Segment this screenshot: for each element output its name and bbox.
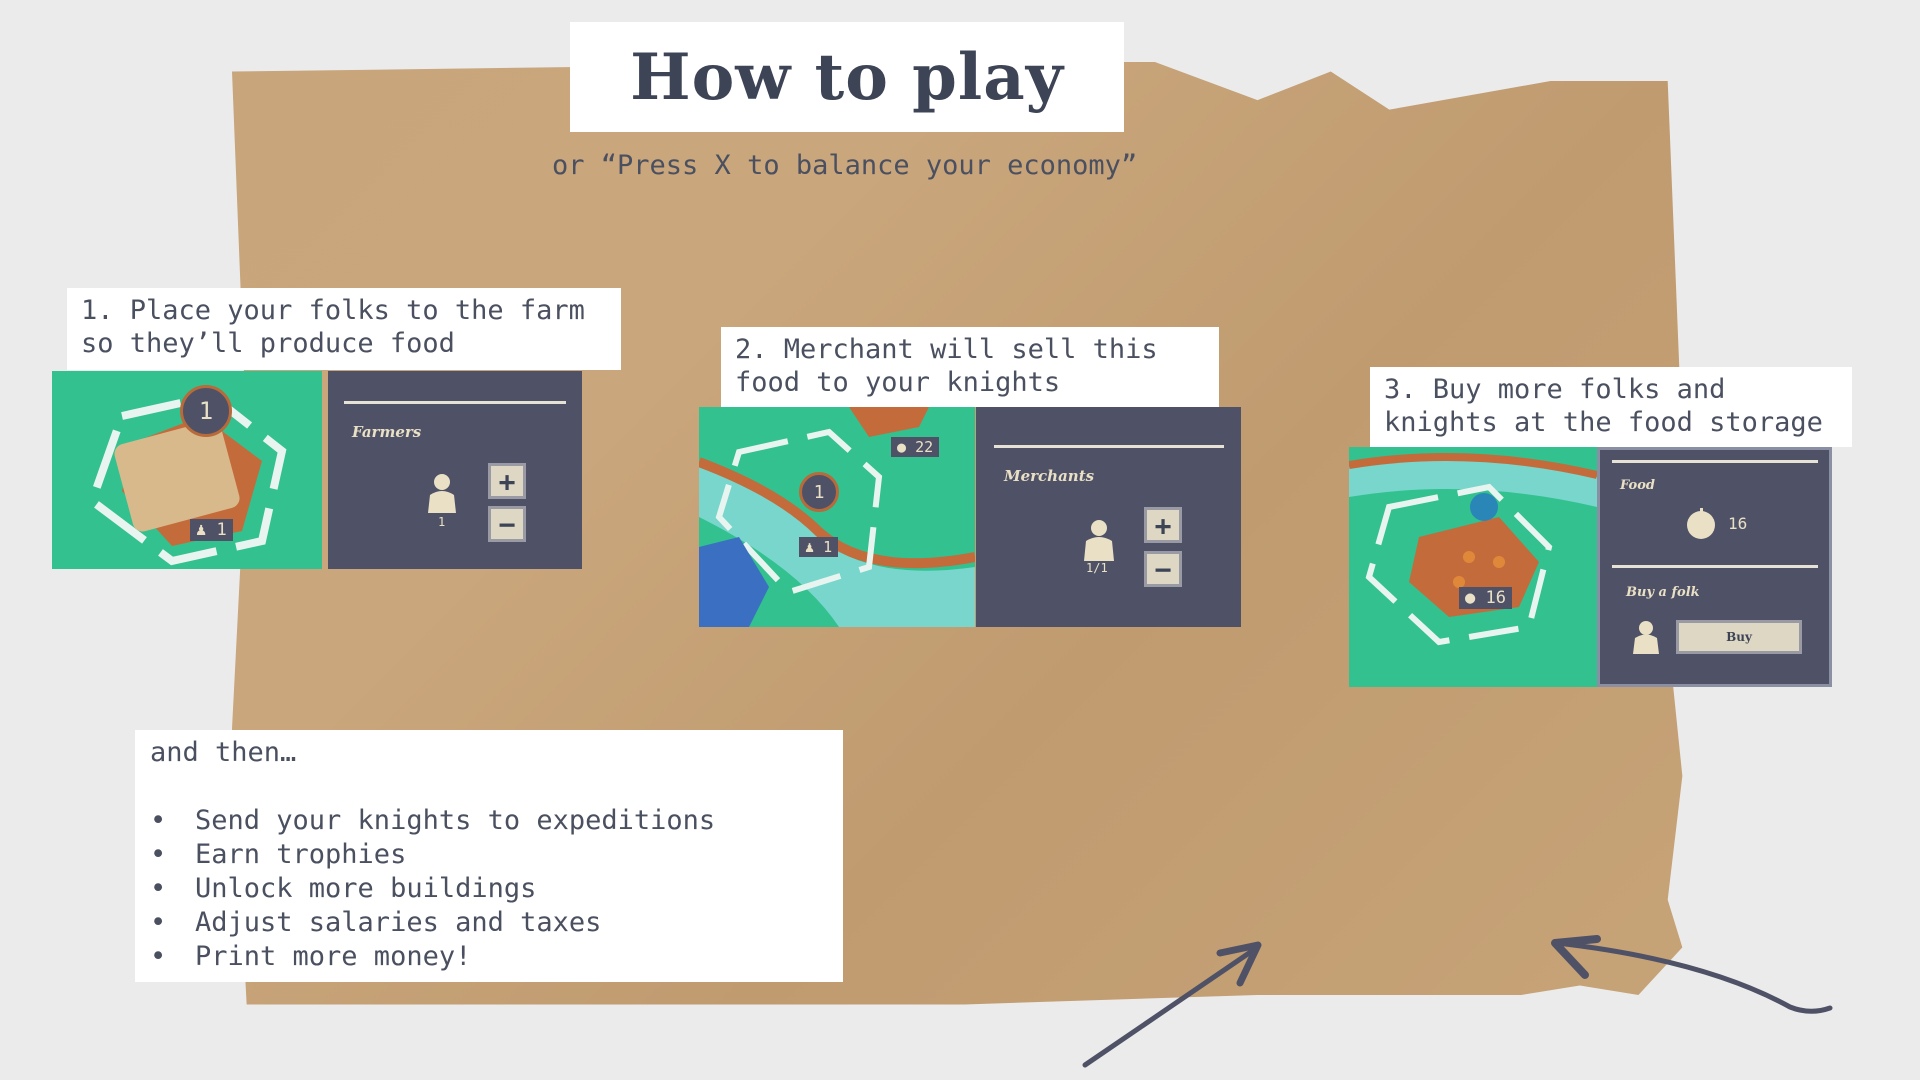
apple-icon bbox=[1687, 508, 1715, 539]
panel-title: Farmers bbox=[352, 423, 422, 441]
panel-divider bbox=[1612, 565, 1818, 568]
next-steps-intro: and then… bbox=[150, 737, 297, 768]
list-item-text: Adjust salaries and taxes bbox=[195, 907, 602, 938]
tile-count-value: 1 bbox=[823, 538, 833, 556]
remove-merchant-button[interactable]: − bbox=[1144, 551, 1182, 587]
step1-game-view: 1 ♟ 1 bbox=[52, 371, 322, 569]
hex-badge-number: 1 bbox=[813, 481, 825, 503]
next-steps-list: • Send your knights to expeditions • Earn … bbox=[150, 804, 828, 974]
step3-game-view: ● 16 bbox=[1349, 447, 1597, 687]
storage-tile-illustration bbox=[1349, 453, 1597, 646]
merchant-count: 1/1 bbox=[1086, 561, 1108, 575]
tile-folk-count: ♟ 1 bbox=[799, 537, 839, 557]
arrow-right-hand-drawn bbox=[1551, 935, 1833, 1014]
panel-title: Merchants bbox=[1004, 467, 1095, 485]
panel-divider bbox=[994, 445, 1224, 448]
page-subtitle: or “Press X to balance your economy” bbox=[552, 150, 1138, 181]
add-merchant-button[interactable]: + bbox=[1144, 507, 1182, 543]
list-item-text: Send your knights to expeditions bbox=[195, 805, 716, 836]
step2-text: 2. Merchant will sell this food to your … bbox=[721, 327, 1219, 407]
list-item: • Earn trophies bbox=[150, 839, 407, 870]
list-item-text: Unlock more buildings bbox=[195, 873, 537, 904]
folk-icon: ♟ bbox=[196, 520, 207, 540]
next-steps-card: and then… • Send your knights to expediti… bbox=[135, 730, 843, 982]
hex-badge: 1 bbox=[799, 472, 839, 512]
food-count-value: 22 bbox=[915, 438, 934, 456]
food-title: Food bbox=[1620, 478, 1655, 493]
buy-button-label: Buy bbox=[1726, 630, 1752, 644]
step3-text: 3. Buy more folks and knights at the foo… bbox=[1370, 367, 1852, 447]
page-title: How to play bbox=[630, 39, 1064, 115]
hex-badge-number: 1 bbox=[198, 397, 214, 425]
hex-badge: 1 bbox=[180, 385, 232, 437]
panel-divider bbox=[344, 401, 566, 404]
list-item: • Print more money! bbox=[150, 941, 472, 972]
title-card: How to play bbox=[570, 22, 1124, 132]
buy-folk-title: Buy a folk bbox=[1626, 585, 1700, 600]
list-item: • Adjust salaries and taxes bbox=[150, 907, 602, 938]
list-item-text: Print more money! bbox=[195, 941, 472, 972]
buy-folk-button[interactable]: Buy bbox=[1676, 620, 1802, 654]
remove-farmer-button[interactable]: − bbox=[488, 506, 526, 542]
list-item-text: Earn trophies bbox=[195, 839, 407, 870]
folk-icon bbox=[1084, 520, 1114, 561]
farmer-count: 1 bbox=[438, 515, 446, 529]
list-item: • Send your knights to expeditions bbox=[150, 805, 716, 836]
folk-icon: ♟ bbox=[805, 538, 815, 556]
food-count-badge: ● 22 bbox=[891, 437, 940, 457]
list-item: • Unlock more buildings bbox=[150, 873, 537, 904]
step2-game-view: 1 ♟ 1 ● 22 bbox=[699, 407, 975, 627]
food-count: 16 bbox=[1728, 514, 1748, 533]
step1-text: 1. Place your folks to the farm so they’… bbox=[67, 288, 621, 370]
apple-icon: ● bbox=[897, 438, 907, 456]
panel-divider bbox=[1612, 460, 1818, 463]
step2-merchants-panel: Merchants 1/1 + − bbox=[976, 407, 1241, 627]
add-farmer-button[interactable]: + bbox=[488, 463, 526, 499]
folk-icon bbox=[428, 474, 456, 513]
folk-icon bbox=[1633, 621, 1659, 654]
apple-icon: ● bbox=[1465, 588, 1476, 608]
tile-count-value: 16 bbox=[1485, 588, 1506, 608]
tile-folk-count: ♟ 1 bbox=[190, 519, 233, 541]
step1-farmers-panel: Farmers 1 + − bbox=[328, 371, 582, 569]
tile-food-count: ● 16 bbox=[1459, 587, 1512, 609]
arrow-left-hand-drawn bbox=[1082, 941, 1262, 1068]
step3-storage-panel: Food 16 Buy a folk Buy bbox=[1597, 447, 1832, 687]
tile-count-value: 1 bbox=[216, 520, 227, 540]
